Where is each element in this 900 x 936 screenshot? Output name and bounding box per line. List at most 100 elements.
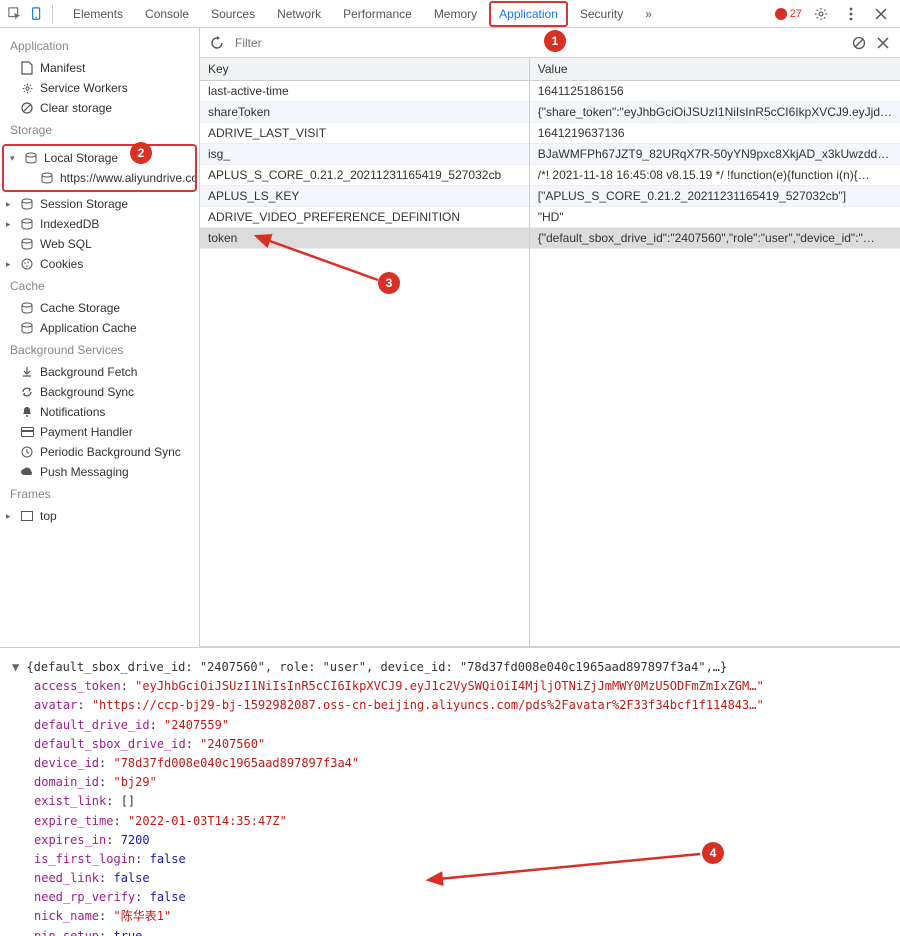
database-icon [20,197,34,211]
table-row-key[interactable]: shareToken [200,102,529,123]
error-count[interactable]: 27 [775,8,802,20]
section-frames-title: Frames [0,482,199,506]
section-application-title: Application [0,34,199,58]
storage-table: Key last-active-timeshareTokenADRIVE_LAS… [200,58,900,647]
annotation-badge-4: 4 [702,842,724,864]
tab-application[interactable]: Application [489,1,568,27]
sidebar-item-cookies[interactable]: Cookies [0,254,199,274]
database-icon [20,237,34,251]
detail-field[interactable]: default_drive_id: "2407559" [12,716,888,735]
table-row-value[interactable]: {"share_token":"eyJhbGciOiJSUzI1NiIsInR5… [530,102,900,123]
annotation-badge-3: 3 [378,272,400,294]
table-row-key[interactable]: last-active-time [200,81,529,102]
detail-field[interactable]: expire_time: "2022-01-03T14:35:47Z" [12,812,888,831]
table-row-value[interactable]: 1641125186156 [530,81,900,102]
panel-tabs: Elements Console Sources Network Perform… [63,1,662,27]
key-column-header[interactable]: Key [200,58,529,81]
refresh-icon[interactable] [208,34,226,52]
database-icon [24,151,38,165]
tab-sources[interactable]: Sources [201,1,265,27]
value-detail-pane[interactable]: ▼ {default_sbox_drive_id: "2407560", rol… [0,648,900,936]
sidebar-item-service-workers[interactable]: Service Workers [0,78,199,98]
sidebar-item-label: Clear storage [40,101,112,115]
sidebar-item-application-cache[interactable]: Application Cache [0,318,199,338]
expand-toggle-icon[interactable]: ▼ [12,660,26,674]
gear-icon[interactable] [810,3,832,25]
clear-icon[interactable] [874,34,892,52]
database-icon [20,301,34,315]
table-row-value[interactable]: ["APLUS_S_CORE_0.21.2_20211231165419_527… [530,186,900,207]
tab-memory[interactable]: Memory [424,1,487,27]
table-row-value[interactable]: {"default_sbox_drive_id":"2407560","role… [530,228,900,249]
sidebar-item-websql[interactable]: Web SQL [0,234,199,254]
table-row-value[interactable]: /*! 2021-11-18 16:45:08 v8.15.19 */ !fun… [530,165,900,186]
sidebar-item-session-storage[interactable]: Session Storage [0,194,199,214]
sidebar-item-label: Manifest [40,61,85,75]
tab-elements[interactable]: Elements [63,1,133,27]
sidebar-item-notifications[interactable]: Notifications [0,402,199,422]
block-icon[interactable] [850,34,868,52]
table-row-key[interactable]: ADRIVE_LAST_VISIT [200,123,529,144]
tab-console[interactable]: Console [135,1,199,27]
detail-field[interactable]: exist_link: [] [12,792,888,811]
sidebar-item-clear-storage[interactable]: Clear storage [0,98,199,118]
fetch-icon [20,365,34,379]
detail-field[interactable]: pin_setup: true [12,927,888,936]
sidebar-item-bg-sync[interactable]: Background Sync [0,382,199,402]
table-row-value[interactable]: "HD" [530,207,900,228]
table-row-key[interactable]: APLUS_S_CORE_0.21.2_20211231165419_52703… [200,165,529,186]
table-row-key[interactable]: ADRIVE_VIDEO_PREFERENCE_DEFINITION [200,207,529,228]
sidebar-item-push-messaging[interactable]: Push Messaging [0,462,199,482]
divider [52,5,53,23]
tab-network[interactable]: Network [267,1,331,27]
sidebar-item-periodic-sync[interactable]: Periodic Background Sync [0,442,199,462]
database-icon [20,217,34,231]
inspect-icon[interactable] [4,3,26,25]
sidebar-item-label: Background Sync [40,385,134,399]
tab-performance[interactable]: Performance [333,1,422,27]
table-row-value[interactable]: 1641219637136 [530,123,900,144]
application-sidebar: Application Manifest Service Workers Cle… [0,28,200,647]
sidebar-item-label: Application Cache [40,321,137,335]
detail-field[interactable]: need_rp_verify: false [12,888,888,907]
annotation-badge-2: 2 [130,142,152,164]
tab-more[interactable]: » [635,1,662,27]
detail-field[interactable]: device_id: "78d37fd008e040c1965aad897897… [12,754,888,773]
close-icon[interactable] [870,3,892,25]
cookie-icon [20,257,34,271]
devtools-tabbar: Elements Console Sources Network Perform… [0,0,900,28]
detail-field[interactable]: avatar: "https://ccp-bj29-bj-1592982087.… [12,696,888,715]
sidebar-item-label: Periodic Background Sync [40,445,181,459]
detail-field[interactable]: access_token: "eyJhbGciOiJSUzI1NiIsInR5c… [12,677,888,696]
section-bgserv-title: Background Services [0,338,199,362]
sidebar-item-cache-storage[interactable]: Cache Storage [0,298,199,318]
tab-security[interactable]: Security [570,1,633,27]
key-column: Key last-active-timeshareTokenADRIVE_LAS… [200,58,530,646]
kebab-icon[interactable] [840,3,862,25]
detail-field[interactable]: nick_name: "陈华表1" [12,907,888,926]
filter-input[interactable] [232,33,844,53]
table-row-key[interactable]: isg_ [200,144,529,165]
sidebar-item-label: Cache Storage [40,301,120,315]
sidebar-item-indexeddb[interactable]: IndexedDB [0,214,199,234]
annotation-arrow-4 [420,850,710,890]
sidebar-item-label: Cookies [40,257,83,271]
database-icon [20,321,34,335]
detail-field[interactable]: default_sbox_drive_id: "2407560" [12,735,888,754]
sidebar-item-local-storage[interactable]: Local Storage [4,148,195,168]
database-icon [40,171,54,185]
detail-field[interactable]: expires_in: 7200 [12,831,888,850]
sidebar-item-payment-handler[interactable]: Payment Handler [0,422,199,442]
value-column: Value 1641125186156{"share_token":"eyJhb… [530,58,900,646]
sidebar-item-bg-fetch[interactable]: Background Fetch [0,362,199,382]
detail-field[interactable]: domain_id: "bj29" [12,773,888,792]
sync-icon [20,385,34,399]
value-column-header[interactable]: Value [530,58,900,81]
sidebar-item-frame-top[interactable]: top [0,506,199,526]
table-row-key[interactable]: APLUS_LS_KEY [200,186,529,207]
sidebar-item-local-storage-origin[interactable]: https://www.aliyundrive.co [4,168,195,188]
sidebar-item-label: https://www.aliyundrive.co [60,171,195,185]
table-row-value[interactable]: BJaWMFPh67JZT9_82URqX7R-50yYN9pxc8XkjAD_… [530,144,900,165]
device-toggle-icon[interactable] [26,3,48,25]
sidebar-item-manifest[interactable]: Manifest [0,58,199,78]
